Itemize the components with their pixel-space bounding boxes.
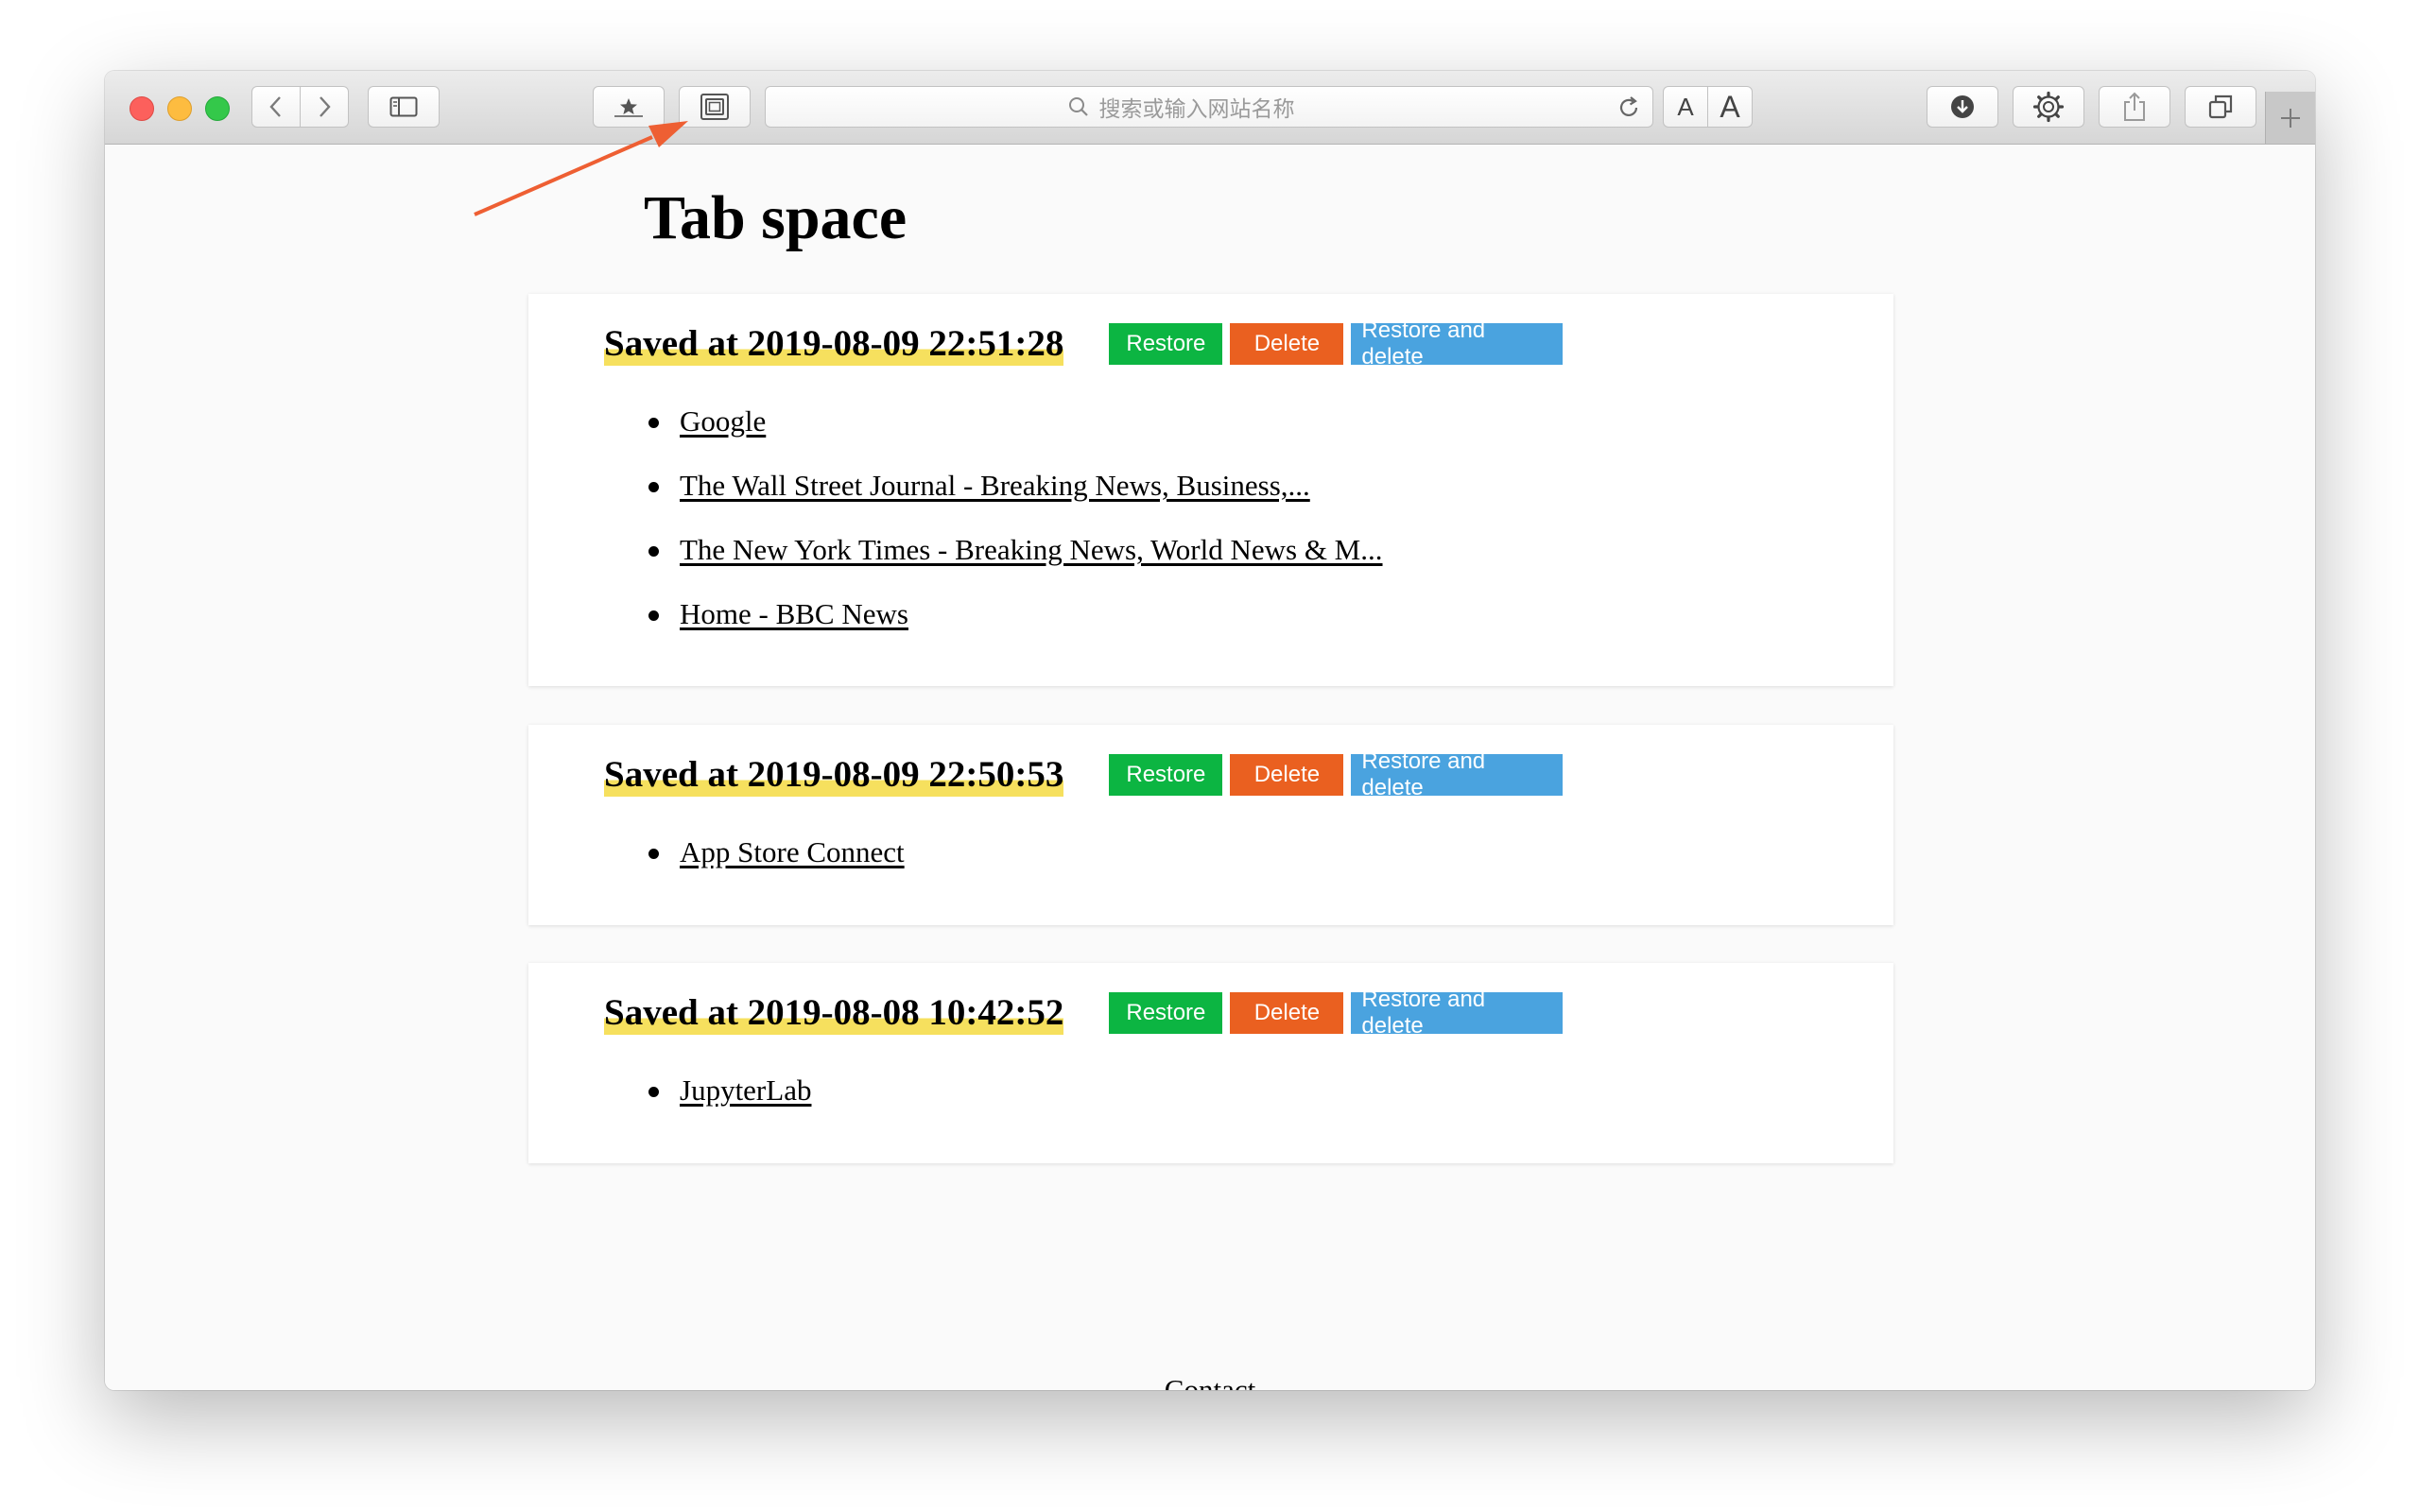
tab-space-extension-button[interactable] <box>679 86 751 128</box>
footer: Contact <box>105 1373 2315 1390</box>
saved-tab-link[interactable]: Google <box>680 404 766 438</box>
session-title: Saved at 2019-08-09 22:51:28 <box>604 322 1064 366</box>
font-smaller-label: A <box>1677 92 1694 121</box>
saved-tabs-list: App Store Connect <box>604 820 905 885</box>
font-larger-button[interactable]: A <box>1707 86 1753 128</box>
browser-toolbar: 搜索或输入网站名称 A A <box>105 71 2315 145</box>
close-window-button[interactable] <box>130 96 154 121</box>
delete-button[interactable]: Delete <box>1230 323 1344 365</box>
bullet <box>648 1087 659 1097</box>
session-card: Saved at 2019-08-09 22:50:53 Restore Del… <box>528 725 1893 925</box>
list-item: Home - BBC News <box>604 582 1383 646</box>
session-card: Saved at 2019-08-08 10:42:52 Restore Del… <box>528 963 1893 1163</box>
restore-button[interactable]: Restore <box>1109 992 1223 1034</box>
restore-and-delete-button[interactable]: Restore and delete <box>1351 987 1564 1039</box>
page-title: Tab space <box>644 183 908 252</box>
saved-tabs-list: JupyterLab <box>604 1058 811 1123</box>
sidebar-icon <box>389 96 418 117</box>
bullet <box>648 610 659 621</box>
bullet <box>648 546 659 557</box>
saved-tab-link[interactable]: JupyterLab <box>680 1074 811 1107</box>
saved-tabs-list: Google The Wall Street Journal - Breakin… <box>604 389 1383 646</box>
minimize-window-button[interactable] <box>167 96 192 121</box>
new-tab-button[interactable] <box>2265 92 2315 144</box>
search-icon <box>1068 97 1088 116</box>
saved-tab-link[interactable]: The New York Times - Breaking News, Worl… <box>680 533 1383 566</box>
saved-tab-link[interactable]: Home - BBC News <box>680 597 908 630</box>
star-bookmark-icon <box>614 98 643 117</box>
session-title: Saved at 2019-08-09 22:50:53 <box>604 753 1064 797</box>
gear-icon <box>2032 91 2065 123</box>
plus-icon <box>2281 108 2300 128</box>
share-button[interactable] <box>2099 86 2170 128</box>
bullet <box>648 849 659 859</box>
font-smaller-button[interactable]: A <box>1663 86 1708 128</box>
chevron-right-icon <box>320 96 331 117</box>
tabs-overview-icon <box>2208 94 2233 119</box>
bookmark-extension-button[interactable] <box>593 86 665 128</box>
restore-button[interactable]: Restore <box>1109 754 1223 796</box>
delete-button[interactable]: Delete <box>1230 992 1344 1034</box>
downloads-button[interactable] <box>1927 86 1998 128</box>
saved-tab-link[interactable]: App Store Connect <box>680 835 905 868</box>
list-item: JupyterLab <box>604 1058 811 1123</box>
address-placeholder: 搜索或输入网站名称 <box>1098 96 1295 121</box>
address-bar[interactable]: 搜索或输入网站名称 <box>765 86 1653 128</box>
restore-button[interactable]: Restore <box>1109 323 1223 365</box>
restore-and-delete-button[interactable]: Restore and delete <box>1351 318 1564 369</box>
fullscreen-window-button[interactable] <box>205 96 230 121</box>
sidebar-button[interactable] <box>368 86 440 128</box>
stacked-tabs-icon <box>700 94 729 120</box>
browser-window: 搜索或输入网站名称 A A Tab space Saved at 2019-08… <box>105 71 2315 1390</box>
list-item: App Store Connect <box>604 820 905 885</box>
page-content: Tab space Saved at 2019-08-09 22:51:28 R… <box>105 145 2315 1390</box>
bullet <box>648 418 659 428</box>
bullet <box>648 482 659 492</box>
contact-link[interactable]: Contact <box>1165 1373 1255 1390</box>
list-item: The Wall Street Journal - Breaking News,… <box>604 454 1383 518</box>
session-card: Saved at 2019-08-09 22:51:28 Restore Del… <box>528 294 1893 686</box>
share-icon <box>2124 92 2145 121</box>
download-icon <box>1951 95 1974 118</box>
delete-button[interactable]: Delete <box>1230 754 1344 796</box>
show-tabs-button[interactable] <box>2185 86 2256 128</box>
session-title: Saved at 2019-08-08 10:42:52 <box>604 991 1064 1035</box>
back-button[interactable] <box>251 86 301 128</box>
extension-settings-button[interactable] <box>2013 86 2084 128</box>
saved-tab-link[interactable]: The Wall Street Journal - Breaking News,… <box>680 469 1310 502</box>
list-item: Google <box>604 389 1383 454</box>
reload-icon[interactable] <box>1616 95 1641 120</box>
chevron-left-icon <box>269 96 281 117</box>
list-item: The New York Times - Breaking News, Worl… <box>604 518 1383 582</box>
forward-button[interactable] <box>300 86 349 128</box>
font-larger-label: A <box>1720 89 1740 124</box>
restore-and-delete-button[interactable]: Restore and delete <box>1351 748 1564 800</box>
